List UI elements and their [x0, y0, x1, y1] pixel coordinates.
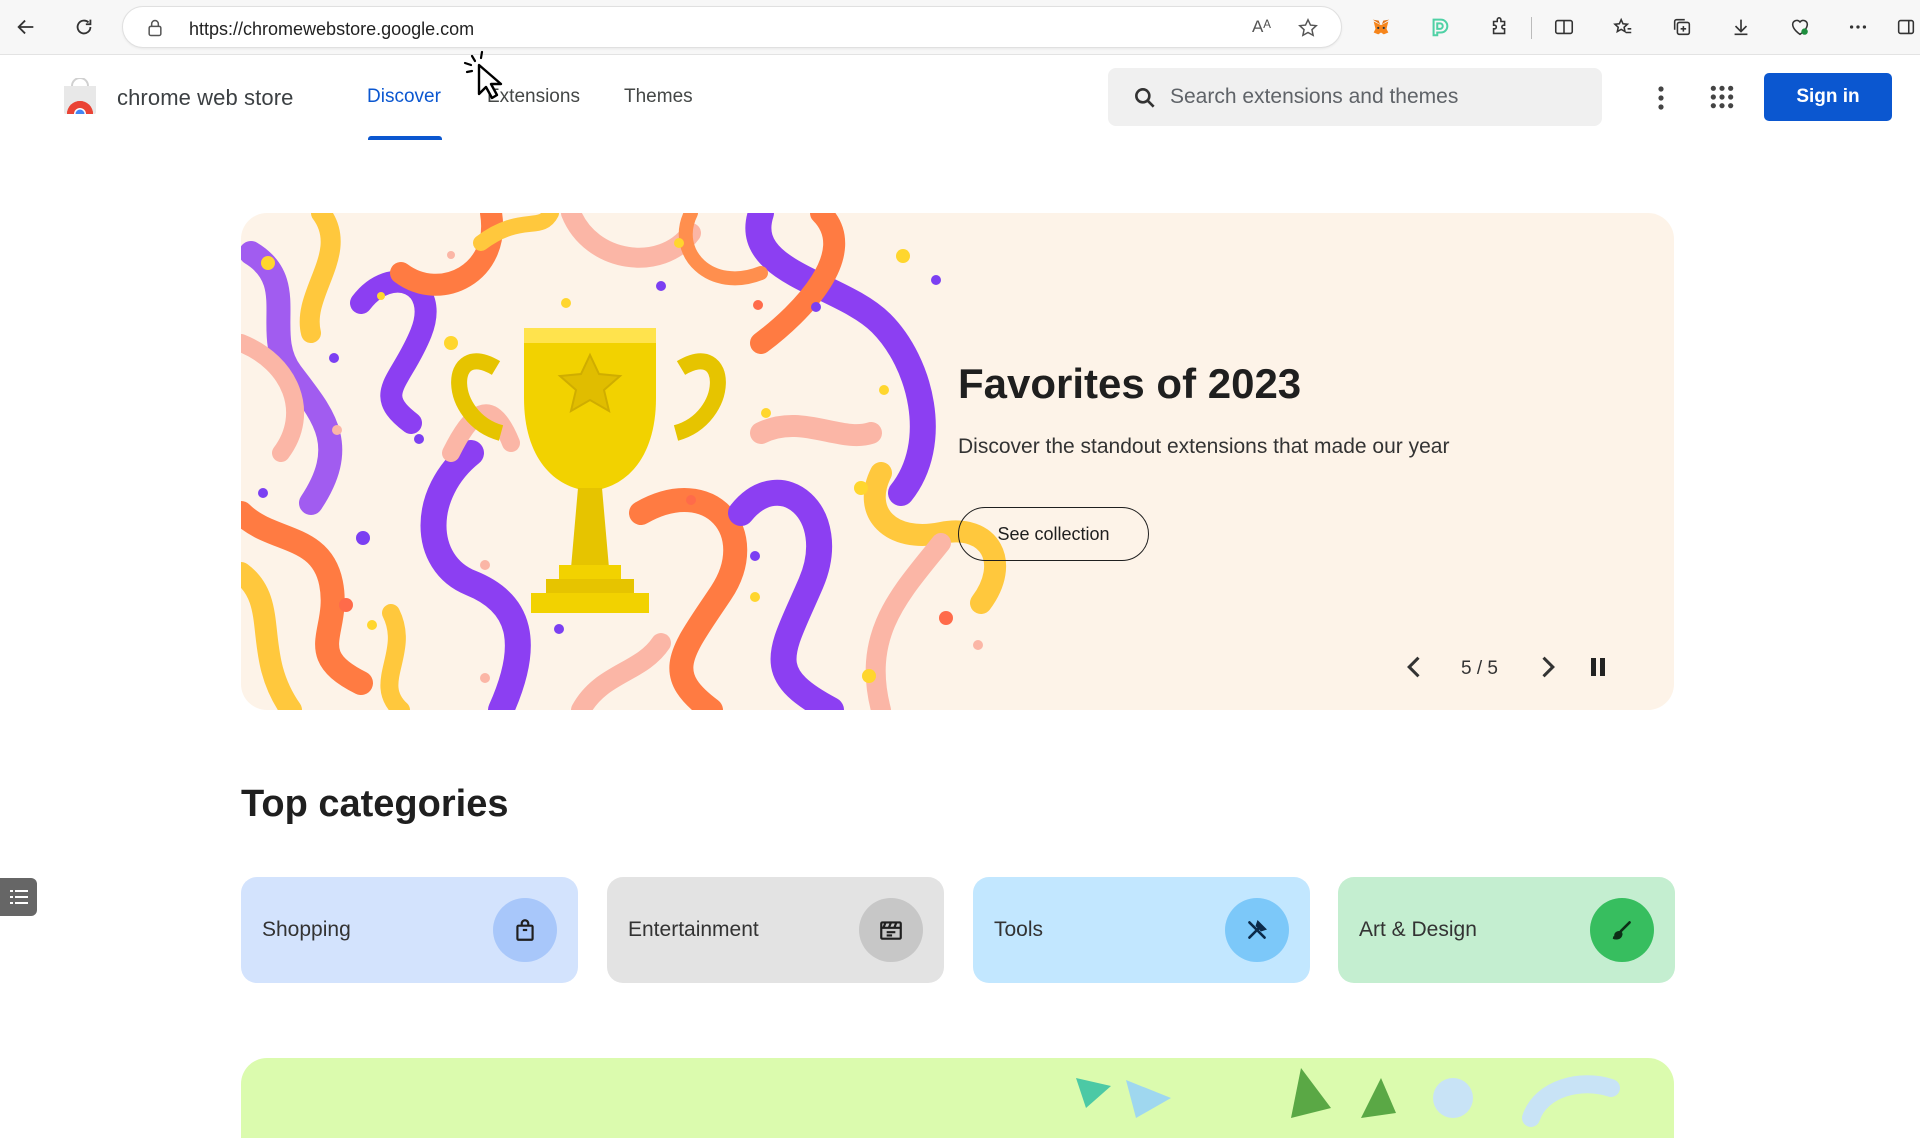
d-extension-icon[interactable] — [1422, 8, 1458, 46]
browser-essentials-icon[interactable] — [1782, 8, 1818, 46]
more-menu-icon[interactable] — [1840, 8, 1876, 46]
hero-subtitle: Discover the standout extensions that ma… — [958, 435, 1450, 458]
clapperboard-icon — [859, 898, 923, 962]
carousel-counter: 5 / 5 — [1461, 658, 1498, 679]
category-label: Art & Design — [1359, 918, 1477, 941]
side-panel-tab[interactable] — [0, 878, 37, 916]
tab-discover[interactable]: Discover — [367, 86, 441, 108]
search-input[interactable] — [1170, 68, 1590, 126]
carousel-pause-icon[interactable] — [1586, 655, 1610, 679]
lock-icon — [148, 19, 162, 37]
back-arrow-icon — [17, 19, 34, 35]
top-categories-title: Top categories — [241, 783, 509, 825]
category-tools[interactable]: Tools — [973, 877, 1310, 983]
trophy-confetti-illustration — [241, 213, 1007, 710]
category-entertainment[interactable]: Entertainment — [607, 877, 944, 983]
tab-themes[interactable]: Themes — [624, 86, 693, 108]
toolbar-divider — [1531, 17, 1532, 39]
extensions-puzzle-icon[interactable] — [1482, 8, 1518, 46]
refresh-button[interactable] — [66, 8, 102, 46]
google-apps-icon[interactable] — [1709, 84, 1735, 110]
hero-title: Favorites of 2023 — [958, 360, 1302, 407]
category-art-design[interactable]: Art & Design — [1338, 877, 1675, 983]
promo-shapes-illustration — [1076, 1068, 1620, 1127]
category-shopping[interactable]: Shopping — [241, 877, 578, 983]
metamask-extension-icon[interactable] — [1363, 8, 1399, 46]
refresh-icon — [76, 19, 92, 35]
chrome-web-store-logo[interactable] — [60, 78, 100, 118]
downloads-icon[interactable] — [1723, 8, 1759, 46]
sidebar-toggle-icon[interactable] — [1892, 8, 1920, 46]
tab-extensions[interactable]: Extensions — [487, 86, 580, 108]
search-box[interactable] — [1108, 68, 1602, 126]
shopping-bag-icon — [493, 898, 557, 962]
list-icon — [9, 890, 28, 904]
sign-in-button[interactable]: Sign in — [1764, 73, 1892, 121]
promo-banner[interactable] — [241, 1058, 1674, 1138]
carousel-prev-icon[interactable] — [1401, 653, 1429, 681]
more-options-icon[interactable] — [1648, 82, 1674, 114]
url-text: https://chromewebstore.google.com — [189, 19, 475, 39]
address-bar[interactable]: https://chromewebstore.google.com Aᴬ — [122, 6, 1342, 48]
hero-carousel: Favorites of 2023 Discover the standout … — [241, 213, 1674, 710]
store-header: chrome web store Discover Extensions The… — [0, 56, 1920, 140]
read-aloud-icon[interactable]: Aᴬ — [1252, 17, 1271, 37]
browser-toolbar: https://chromewebstore.google.com Aᴬ — [0, 0, 1920, 55]
active-tab-indicator — [368, 136, 442, 140]
category-label: Entertainment — [628, 918, 759, 941]
category-label: Tools — [994, 918, 1044, 941]
collections-icon[interactable] — [1664, 8, 1700, 46]
see-collection-button[interactable]: See collection — [958, 507, 1149, 561]
search-icon — [1135, 88, 1155, 108]
favorites-icon[interactable] — [1605, 8, 1641, 46]
carousel-next-icon[interactable] — [1533, 653, 1561, 681]
split-screen-icon[interactable] — [1546, 8, 1582, 46]
paintbrush-icon — [1590, 898, 1654, 962]
favorite-star-icon[interactable] — [1297, 17, 1319, 39]
tools-icon — [1225, 898, 1289, 962]
back-button[interactable] — [8, 8, 44, 46]
category-label: Shopping — [262, 918, 351, 941]
store-name[interactable]: chrome web store — [117, 85, 293, 111]
